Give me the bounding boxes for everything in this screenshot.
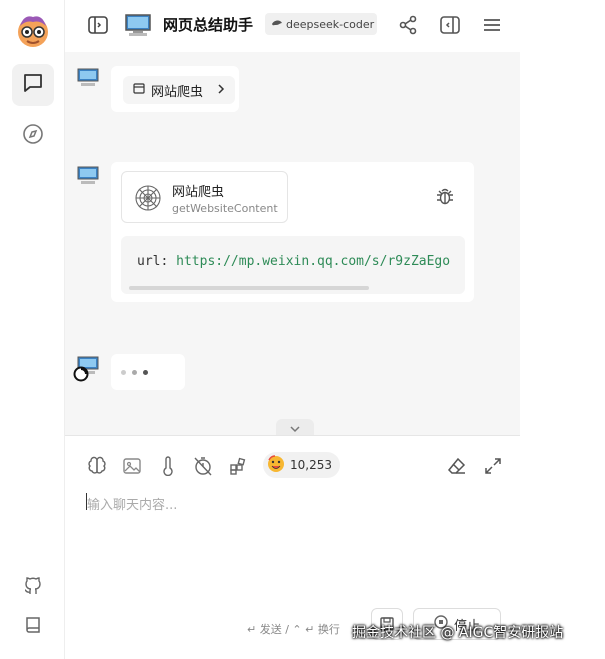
plugin-grid-icon[interactable] bbox=[228, 456, 248, 476]
typing-dot bbox=[132, 369, 137, 375]
chat-main: 网页总结助手 deepseek-coder 网站爬虫 网站爬虫 getWebsi… bbox=[65, 0, 520, 659]
plugin-tag[interactable]: 网站爬虫 bbox=[123, 76, 236, 104]
plugin-tag-label: 网站爬虫 bbox=[151, 84, 204, 100]
calendar-icon bbox=[133, 82, 145, 98]
tool-call-bubble: 网站爬虫 getWebsiteContent url: https://mp.w… bbox=[111, 162, 474, 302]
emoji-face-icon bbox=[267, 454, 285, 476]
token-count-badge[interactable]: 10,253 bbox=[263, 452, 340, 478]
eraser-icon[interactable] bbox=[447, 456, 467, 476]
right-gutter bbox=[520, 0, 605, 659]
app-window: 网页总结助手 deepseek-coder 网站爬虫 网站爬虫 getWebsi… bbox=[0, 0, 605, 659]
chat-nav-button[interactable] bbox=[12, 64, 54, 106]
chat-icon bbox=[22, 72, 44, 98]
chat-input[interactable]: 输入聊天内容... bbox=[87, 494, 177, 513]
github-icon bbox=[23, 575, 43, 599]
github-button[interactable] bbox=[12, 566, 54, 608]
code-url: https://mp.weixin.qq.com/s/r9zZaEgo bbox=[176, 254, 451, 269]
assistant-avatar-icon bbox=[77, 68, 99, 88]
model-badge[interactable]: deepseek-coder bbox=[265, 13, 377, 35]
bug-icon[interactable] bbox=[435, 186, 455, 210]
book-icon bbox=[23, 615, 43, 639]
typing-dot bbox=[143, 369, 148, 375]
tool-name: 网站爬虫 bbox=[172, 185, 225, 200]
scroll-to-bottom-button[interactable] bbox=[276, 419, 314, 435]
compass-icon bbox=[22, 123, 44, 149]
loading-spinner-icon bbox=[73, 366, 89, 386]
left-rail bbox=[0, 0, 65, 659]
watermark: 掘金技术社区 @ AIGC智安研报站 bbox=[352, 625, 564, 641]
model-name: deepseek-coder bbox=[286, 17, 375, 31]
typing-indicator bbox=[111, 354, 185, 390]
image-icon[interactable] bbox=[122, 456, 142, 476]
spider-web-icon bbox=[134, 184, 162, 216]
docs-button[interactable] bbox=[12, 606, 54, 648]
chat-header: 网页总结助手 deepseek-coder bbox=[65, 0, 520, 52]
tool-function-name: getWebsiteContent bbox=[172, 202, 278, 215]
tool-card[interactable]: 网站爬虫 getWebsiteContent bbox=[121, 171, 288, 223]
code-block: url: https://mp.weixin.qq.com/s/r9zZaEgo bbox=[121, 236, 465, 294]
sidebar-toggle-icon[interactable] bbox=[85, 12, 111, 38]
page-title: 网页总结助手 bbox=[163, 16, 254, 34]
menu-icon[interactable] bbox=[479, 12, 505, 38]
chevron-right-icon bbox=[217, 83, 225, 98]
code-key: url: bbox=[137, 254, 169, 269]
brain-icon[interactable] bbox=[87, 456, 107, 476]
send-shortcut-hint: ↵ 发送 / ⌃ ↵ 换行 bbox=[247, 623, 340, 636]
timer-off-icon[interactable] bbox=[193, 456, 213, 476]
discover-nav-button[interactable] bbox=[12, 115, 54, 157]
thermometer-icon[interactable] bbox=[158, 456, 178, 476]
assistant-avatar-icon bbox=[123, 12, 153, 38]
chevron-down-icon bbox=[289, 418, 301, 437]
model-logo-icon bbox=[271, 18, 283, 31]
share-icon[interactable] bbox=[395, 12, 421, 38]
code-line: url: https://mp.weixin.qq.com/s/r9zZaEgo bbox=[137, 254, 450, 269]
panel-icon[interactable] bbox=[437, 12, 463, 38]
message-bubble: 网站爬虫 bbox=[111, 66, 239, 112]
typing-dot bbox=[121, 369, 126, 375]
horizontal-scrollbar[interactable] bbox=[129, 286, 369, 290]
token-count: 10,253 bbox=[290, 458, 332, 472]
expand-icon[interactable] bbox=[483, 456, 503, 476]
cartoon-face-icon[interactable] bbox=[14, 12, 52, 50]
assistant-avatar-icon bbox=[77, 166, 99, 186]
